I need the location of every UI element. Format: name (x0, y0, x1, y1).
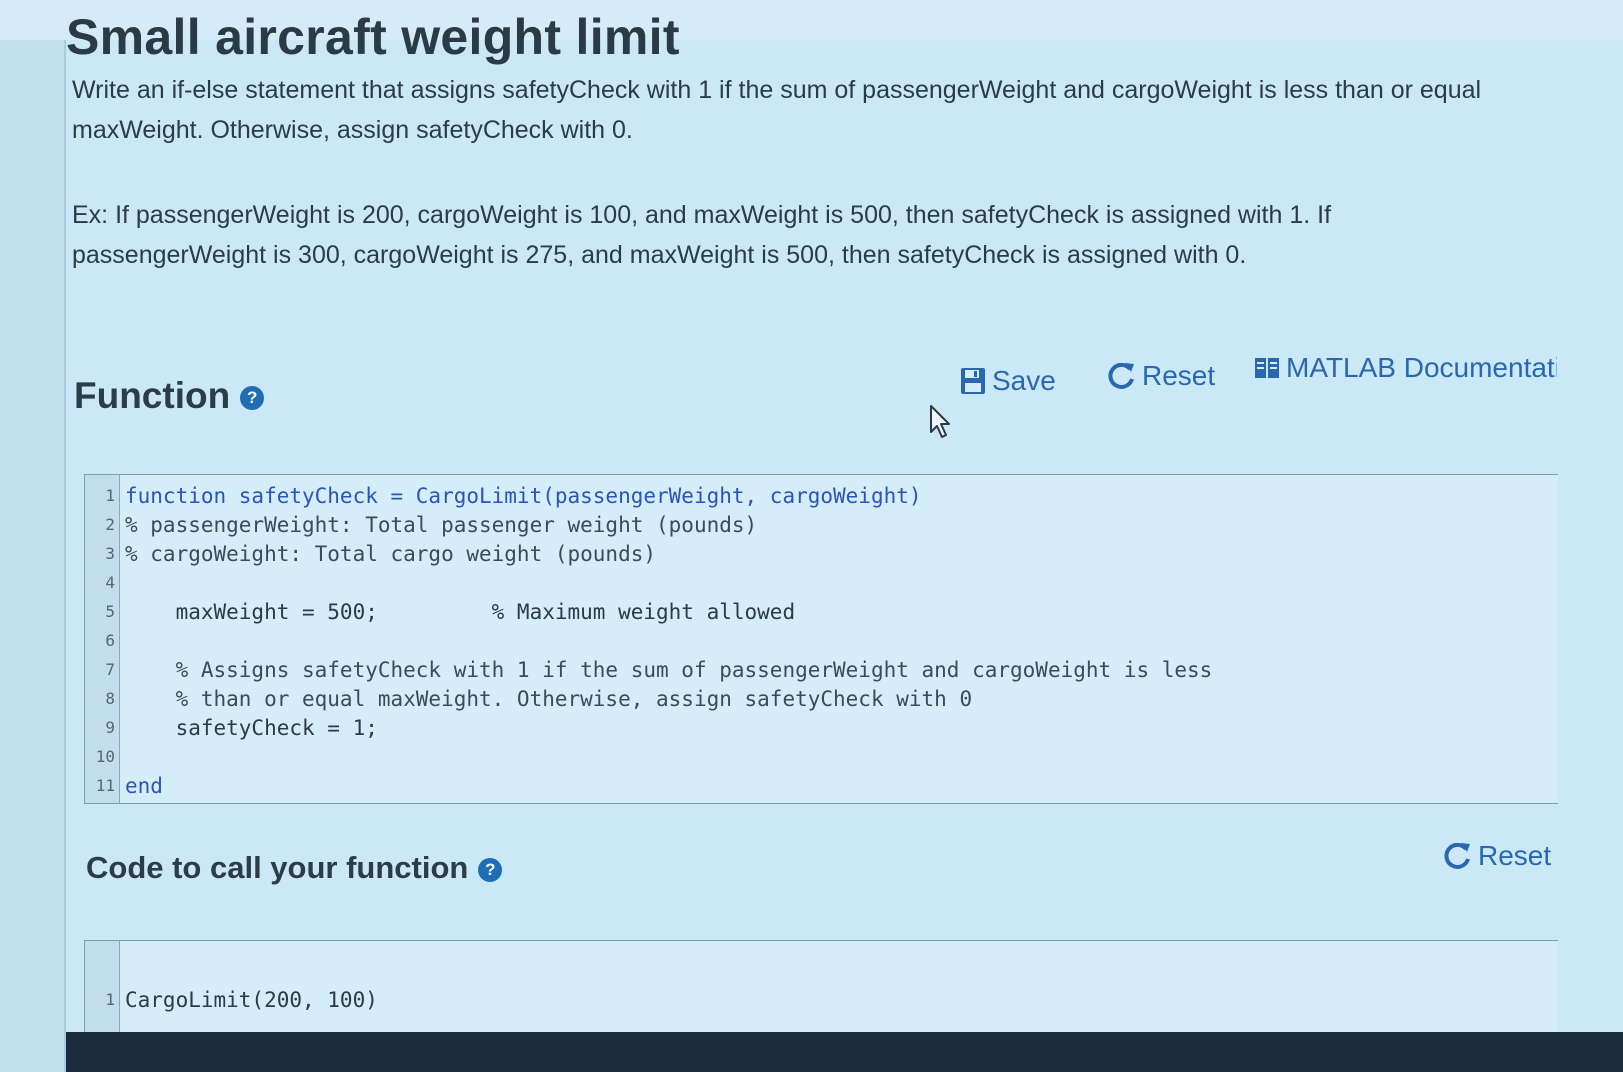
line-number: 1 (105, 990, 115, 1009)
code-line-text: end (125, 774, 163, 798)
code-line[interactable]: 4 (85, 568, 1558, 598)
code-line[interactable]: 9 safetyCheck = 1; (85, 713, 1558, 743)
line-number: 10 (95, 747, 115, 766)
code-line-text: CargoLimit(200, 100) (125, 988, 378, 1012)
question-circle-icon[interactable]: ? (478, 857, 503, 882)
code-line[interactable]: 2 % passengerWeight: Total passenger weig… (85, 510, 1558, 540)
left-rail (0, 40, 66, 1072)
code-line[interactable]: 1 function safetyCheck = CargoLimit(passe… (85, 481, 1558, 511)
code-line[interactable]: 6 (85, 626, 1558, 656)
code-line-text: % passengerWeight: Total passenger weigh… (125, 513, 758, 537)
code-line-text: % Assigns safetyCheck with 1 if the sum … (125, 658, 1213, 682)
code-line[interactable]: 8 % than or equal maxWeight. Otherwise, … (85, 684, 1558, 714)
page-title: Small aircraft weight limit (66, 9, 680, 65)
line-number: 4 (105, 573, 115, 592)
code-line-text: safetyCheck = 1; (125, 716, 378, 740)
save-button[interactable]: Save (960, 365, 1056, 397)
code-line-text: % cargoWeight: Total cargo weight (pound… (125, 542, 657, 566)
problem-description: Write an if-else statement that assigns … (72, 76, 1482, 144)
line-number: 2 (105, 515, 115, 534)
call-section-label: Code to call your function (86, 850, 469, 885)
line-number: 11 (95, 776, 115, 795)
reset-button-label: Reset (1142, 360, 1216, 391)
code-line[interactable]: 1 CargoLimit(200, 100) (85, 985, 1558, 1015)
function-section-title: Function? (74, 375, 265, 417)
floppy-disk-icon (960, 367, 986, 395)
line-number: 8 (105, 689, 115, 708)
code-line[interactable]: 7 % Assigns safetyCheck with 1 if the su… (85, 655, 1558, 685)
call-reset-button-label: Reset (1478, 840, 1552, 871)
save-button-label: Save (992, 365, 1056, 396)
line-number: 5 (105, 602, 115, 621)
call-section-title: Code to call your function? (86, 850, 503, 886)
call-reset-button[interactable]: Reset (1442, 840, 1557, 872)
function-code-editor[interactable]: 1 function safetyCheck = CargoLimit(passe… (84, 474, 1558, 804)
code-line[interactable]: 11 end (85, 771, 1558, 801)
mouse-pointer-icon (928, 404, 954, 445)
code-line-text: maxWeight = 500; % Maximum weight allowe… (125, 600, 796, 624)
line-number: 3 (105, 544, 115, 563)
code-line[interactable]: 3 % cargoWeight: Total cargo weight (poun… (85, 539, 1558, 569)
code-line[interactable]: 5 maxWeight = 500; % Maximum weight allo… (85, 597, 1558, 627)
problem-example: Ex: If passengerWeight is 200, cargoWeig… (72, 201, 1332, 269)
taskbar (66, 1032, 1623, 1072)
question-circle-icon[interactable]: ? (240, 386, 265, 411)
code-line-text: % than or equal maxWeight. Otherwise, as… (125, 687, 973, 711)
line-number: 1 (105, 486, 115, 505)
book-icon (1254, 356, 1280, 380)
refresh-icon (1442, 841, 1472, 871)
matlab-documentation-link[interactable]: MATLAB Documentation (1254, 352, 1557, 384)
reset-button[interactable]: Reset (1106, 360, 1215, 392)
function-section-label: Function (74, 375, 231, 416)
code-line-text: function safetyCheck = CargoLimit(passen… (125, 484, 922, 508)
code-line[interactable]: 10 (85, 742, 1558, 772)
line-number: 9 (105, 718, 115, 737)
line-number: 6 (105, 631, 115, 650)
call-code-editor[interactable]: 1 CargoLimit(200, 100) (84, 940, 1558, 1034)
refresh-icon (1106, 361, 1136, 391)
line-number: 7 (105, 660, 115, 679)
matlab-documentation-label: MATLAB Documentation (1286, 352, 1557, 383)
